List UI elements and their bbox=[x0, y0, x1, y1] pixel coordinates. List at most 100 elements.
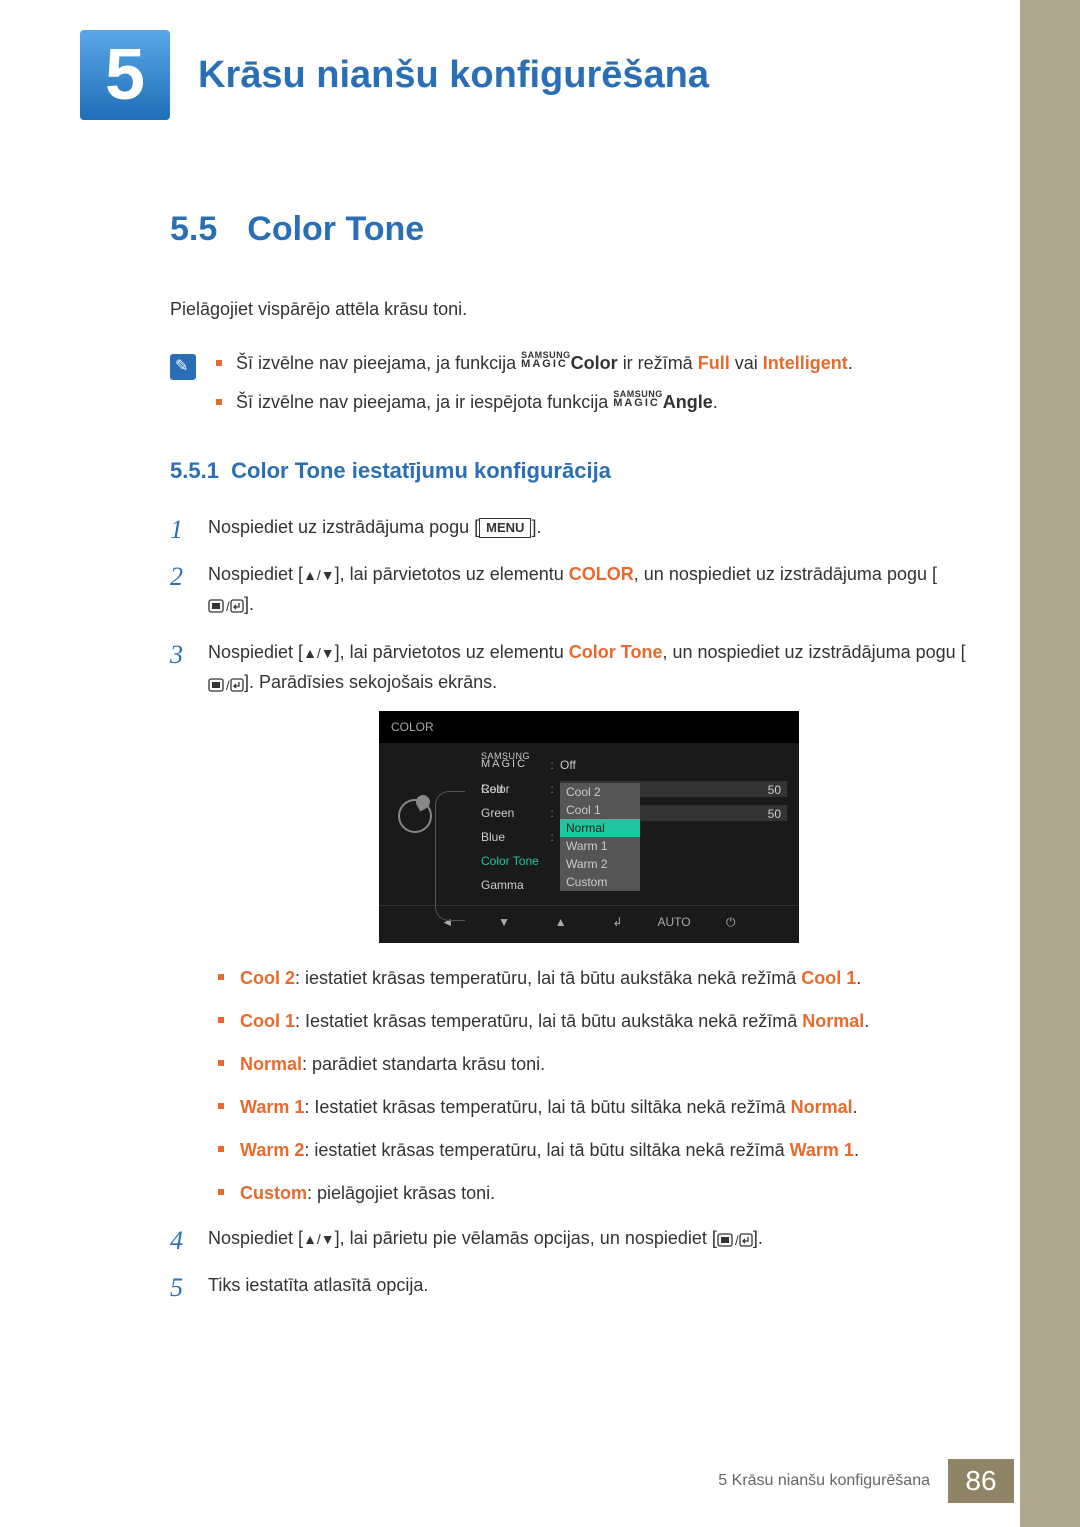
tone-name: Custom bbox=[240, 1183, 307, 1203]
tone-item: Warm 2: iestatiet krāsas temperatūru, la… bbox=[218, 1137, 970, 1164]
step-item: Nospiediet uz izstrādājuma pogu [MENU]. bbox=[170, 512, 970, 543]
text: Šī izvēlne nav pieejama, ja funkcija bbox=[236, 353, 521, 373]
page-footer: 5 Krāsu nianšu konfigurēšana 86 bbox=[0, 1459, 1080, 1503]
osd-option-selected: Normal bbox=[560, 819, 640, 837]
tone-name: Normal bbox=[240, 1054, 302, 1074]
text: Nospiediet [ bbox=[208, 564, 303, 584]
text: Color bbox=[571, 353, 618, 373]
chapter-title: Krāsu nianšu konfigurēšana bbox=[198, 54, 709, 97]
tone-item: Cool 1: Iestatiet krāsas temperatūru, la… bbox=[218, 1008, 970, 1035]
subsection-header: 5.5.1 Color Tone iestatījumu konfigurāci… bbox=[170, 458, 970, 484]
up-down-arrow-icon: ▲/▼ bbox=[303, 567, 335, 583]
intro-text: Pielāgojiet vispārējo attēla krāsu toni. bbox=[170, 299, 970, 320]
tone-item: Custom: pielāgojiet krāsas toni. bbox=[218, 1180, 970, 1207]
section-header: 5.5 Color Tone bbox=[170, 210, 970, 249]
osd-row: SAMSUNGMAGIC Color bbox=[481, 753, 544, 777]
osd-option: Warm 2 bbox=[560, 855, 640, 873]
text: : Iestatiet krāsas temperatūru, lai tā b… bbox=[295, 1011, 802, 1031]
text: vai bbox=[735, 353, 763, 373]
text: , un nospiediet uz izstrādājuma pogu [ bbox=[634, 564, 937, 584]
enter-icon: ↲ bbox=[589, 912, 646, 932]
osd-option: Cool 1 bbox=[560, 801, 640, 819]
chapter-header: 5 Krāsu nianšu konfigurēšana bbox=[0, 0, 1080, 120]
palette-icon bbox=[398, 799, 432, 833]
emphasis: Full bbox=[698, 353, 730, 373]
magic-label: SAMSUNGMAGIC bbox=[481, 753, 530, 770]
tone-list: Cool 2: iestatiet krāsas temperatūru, la… bbox=[218, 965, 970, 1207]
enter-icon: / bbox=[717, 1224, 753, 1255]
subsection-title: Color Tone iestatījumu konfigurācija bbox=[231, 458, 611, 483]
menu-button-icon: MENU bbox=[479, 518, 531, 538]
up-down-arrow-icon: ▲/▼ bbox=[303, 1231, 335, 1247]
magic-label: SAMSUNGMAGIC bbox=[521, 352, 571, 369]
footer-text: 5 Krāsu nianšu konfigurēšana bbox=[718, 1472, 930, 1490]
subsection-number: 5.5.1 bbox=[170, 458, 219, 483]
text: ], lai pārvietotos uz elementu bbox=[335, 642, 569, 662]
osd-option: Warm 1 bbox=[560, 837, 640, 855]
osd-title: COLOR bbox=[379, 711, 799, 743]
step-item: Nospiediet [▲/▼], lai pārvietotos uz ele… bbox=[170, 559, 970, 621]
text: ]. bbox=[531, 517, 541, 537]
step-item: Nospiediet [▲/▼], lai pārietu pie vēlamā… bbox=[170, 1223, 970, 1255]
emphasis: Warm 1 bbox=[790, 1140, 854, 1160]
page-number: 86 bbox=[948, 1459, 1014, 1503]
note-block: Šī izvēlne nav pieejama, ja funkcija SAM… bbox=[170, 350, 970, 428]
tone-name: Cool 1 bbox=[240, 1011, 295, 1031]
text: ]. bbox=[244, 594, 254, 614]
note-icon bbox=[170, 354, 196, 380]
enter-icon: / bbox=[208, 668, 244, 699]
emphasis: Color Tone bbox=[569, 642, 663, 662]
text: ], lai pārietu pie vēlamās opcijas, un n… bbox=[335, 1228, 717, 1248]
osd-screenshot: COLOR SAMSUNGMAGIC Color Red Green Blue … bbox=[379, 711, 799, 943]
emphasis: COLOR bbox=[569, 564, 634, 584]
tone-name: Warm 2 bbox=[240, 1140, 304, 1160]
text: : iestatiet krāsas temperatūru, lai tā b… bbox=[304, 1140, 789, 1160]
enter-icon: / bbox=[208, 590, 244, 621]
up-arrow-icon: ▲ bbox=[532, 912, 589, 932]
osd-row: Blue bbox=[481, 825, 544, 849]
chapter-number: 5 bbox=[80, 30, 170, 120]
power-icon: ⏻ bbox=[702, 912, 759, 932]
text: ]. bbox=[753, 1228, 763, 1248]
text: Nospiediet [ bbox=[208, 642, 303, 662]
emphasis: Cool 1 bbox=[801, 968, 856, 988]
emphasis: Intelligent bbox=[763, 353, 848, 373]
tone-name: Warm 1 bbox=[240, 1097, 304, 1117]
steps-list: Nospiediet uz izstrādājuma pogu [MENU ]. … bbox=[170, 512, 970, 1301]
section-number: 5.5 bbox=[170, 210, 217, 249]
text: Nospiediet uz izstrādājuma pogu [ bbox=[208, 517, 479, 537]
svg-text:/: / bbox=[735, 1233, 739, 1248]
svg-text:/: / bbox=[226, 678, 230, 693]
auto-label: AUTO bbox=[646, 912, 703, 932]
tone-item: Normal: parādiet standarta krāsu toni. bbox=[218, 1051, 970, 1078]
text: : iestatiet krāsas temperatūru, lai tā b… bbox=[295, 968, 801, 988]
text: : pielāgojiet krāsas toni. bbox=[307, 1183, 495, 1203]
content: 5.5 Color Tone Pielāgojiet vispārējo att… bbox=[0, 120, 1080, 1301]
text: : Iestatiet krāsas temperatūru, lai tā b… bbox=[304, 1097, 790, 1117]
osd-option: Custom bbox=[560, 873, 640, 891]
text: ir režīmā bbox=[623, 353, 698, 373]
text: Šī izvēlne nav pieejama, ja ir iespējota… bbox=[236, 392, 613, 412]
osd-row: Red bbox=[481, 777, 544, 801]
tone-item: Cool 2: iestatiet krāsas temperatūru, la… bbox=[218, 965, 970, 992]
sidebar-strip bbox=[1020, 0, 1080, 1527]
osd-dropdown: Cool 2 Cool 1 Normal Warm 1 Warm 2 Custo… bbox=[560, 783, 640, 891]
magic-label: SAMSUNGMAGIC bbox=[613, 391, 663, 408]
step-item: Tiks iestatīta atlasītā opcija. bbox=[170, 1270, 970, 1301]
text: Nospiediet [ bbox=[208, 1228, 303, 1248]
down-arrow-icon: ▼ bbox=[476, 912, 533, 932]
osd-row-selected: Color Tone bbox=[481, 849, 544, 873]
note-item: Šī izvēlne nav pieejama, ja ir iespējota… bbox=[216, 389, 853, 416]
tone-item: Warm 1: Iestatiet krāsas temperatūru, la… bbox=[218, 1094, 970, 1121]
text: ], lai pārvietotos uz elementu bbox=[335, 564, 569, 584]
text: : parādiet standarta krāsu toni. bbox=[302, 1054, 545, 1074]
emphasis: Normal bbox=[802, 1011, 864, 1031]
text: ]. Parādīsies sekojošais ekrāns. bbox=[244, 672, 497, 692]
step-item: Nospiediet [▲/▼], lai pārvietotos uz ele… bbox=[170, 637, 970, 1207]
tone-name: Cool 2 bbox=[240, 968, 295, 988]
up-down-arrow-icon: ▲/▼ bbox=[303, 645, 335, 661]
text: Angle bbox=[663, 392, 713, 412]
text: , un nospiediet uz izstrādājuma pogu [ bbox=[662, 642, 965, 662]
osd-option: Cool 2 bbox=[560, 783, 640, 801]
osd-row: Green bbox=[481, 801, 544, 825]
